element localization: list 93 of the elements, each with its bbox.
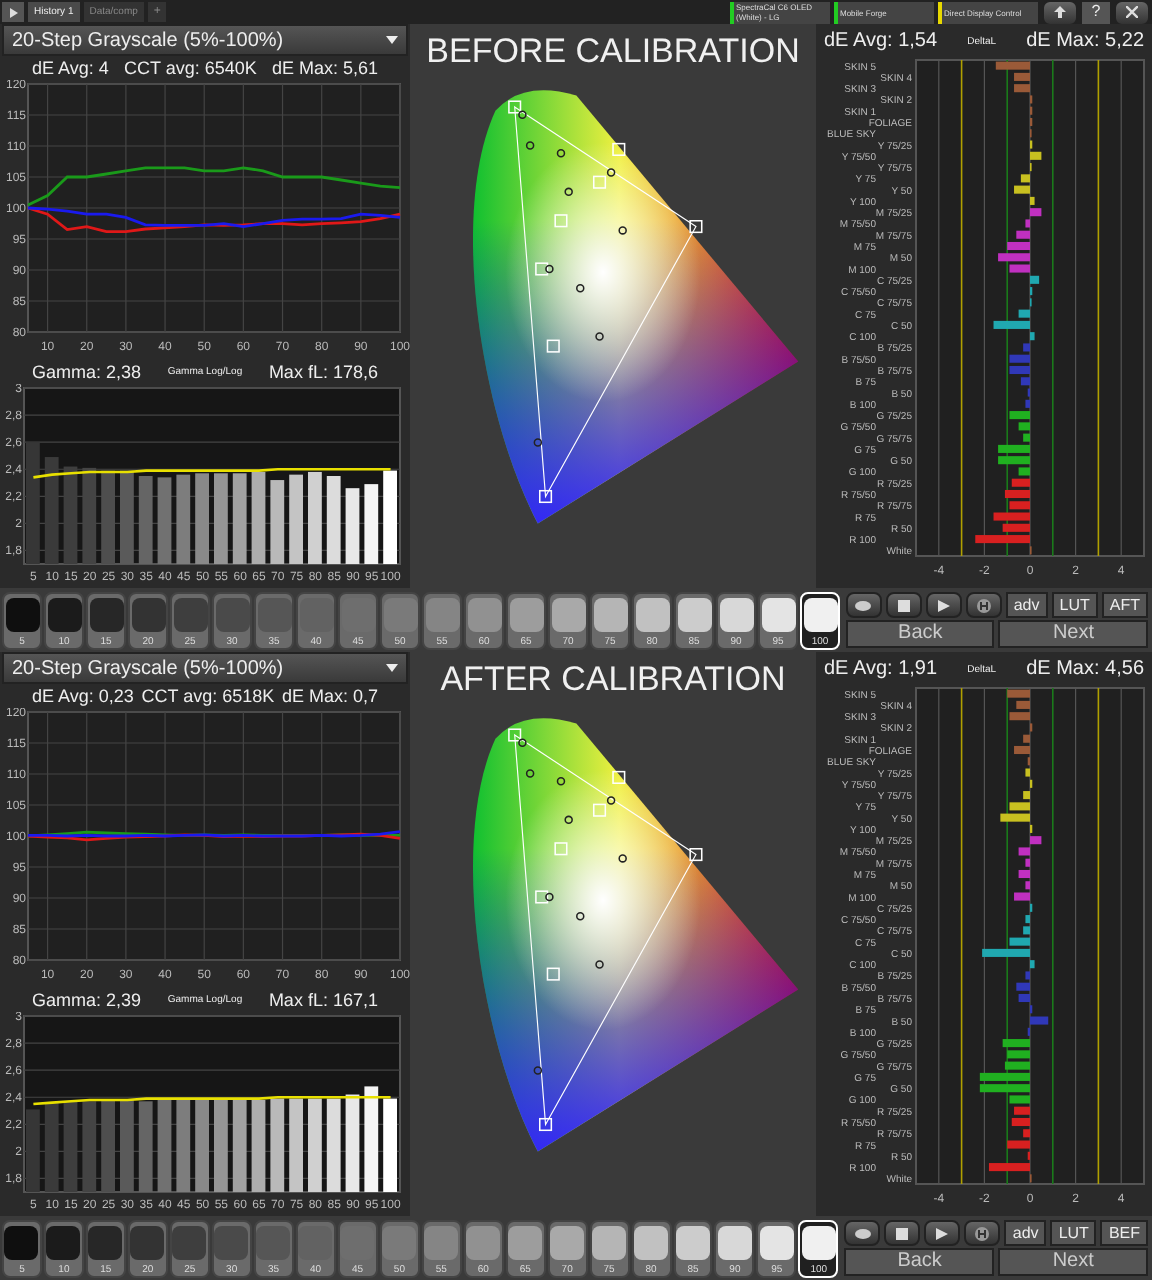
swatch-color xyxy=(509,597,543,631)
play-icon xyxy=(9,7,17,17)
play-icon xyxy=(936,1227,949,1239)
swatch-color xyxy=(761,597,795,631)
play-icon xyxy=(937,599,950,611)
caret-icon xyxy=(386,664,398,672)
gamma-text: Gamma: 2,38 xyxy=(32,360,142,384)
swatch-color xyxy=(47,597,81,631)
swatch-color xyxy=(215,597,249,631)
de-avg-text: dE Avg: 1,91 xyxy=(824,656,938,684)
swatch-color xyxy=(298,1225,333,1259)
lut-button[interactable]: LUT xyxy=(1050,1220,1097,1246)
panel-title: BEFORE CALIBRATION xyxy=(426,30,800,74)
swatch-color xyxy=(466,1225,501,1259)
swatch-color xyxy=(88,1225,123,1259)
swatch-color xyxy=(299,597,333,631)
swatch-color xyxy=(593,597,627,631)
swatch-color xyxy=(4,1225,39,1259)
swatch-color xyxy=(550,1225,585,1259)
swatch-color xyxy=(635,597,669,631)
close-button[interactable] xyxy=(1114,0,1150,25)
test-pattern-dropdown[interactable]: 20-Step Grayscale (5%-100%) xyxy=(2,24,408,56)
play-button[interactable] xyxy=(2,2,24,22)
swatch-color xyxy=(467,597,501,631)
test-pattern-dropdown[interactable]: 20-Step Grayscale (5%-100%) xyxy=(2,652,408,684)
cct-avg-text: CCT avg: 6518K xyxy=(141,684,275,708)
de-max-text: dE Max: 5,61 xyxy=(271,56,378,80)
eye-icon-button[interactable] xyxy=(845,592,882,618)
stop-button[interactable] xyxy=(885,592,922,618)
swatch-color xyxy=(214,1225,249,1259)
swatch-color xyxy=(340,1225,375,1259)
upload-button[interactable] xyxy=(1042,0,1078,25)
swatch-color xyxy=(256,1225,291,1259)
hold-button[interactable] xyxy=(964,1220,1001,1246)
eye-icon-button[interactable] xyxy=(844,1220,881,1246)
swatch-color xyxy=(677,597,711,631)
eye-icon xyxy=(854,599,873,611)
help-button[interactable]: ? xyxy=(1082,1,1110,23)
swatch-color xyxy=(89,597,123,631)
swatch-color xyxy=(717,1225,752,1259)
swatch-color xyxy=(551,597,585,631)
swatch-color xyxy=(341,597,375,631)
de-max-text: dE Max: 5,22 xyxy=(1026,28,1144,56)
swatch-color xyxy=(5,597,39,631)
de-max-text: dE Max: 0,7 xyxy=(281,684,378,708)
stop-icon xyxy=(896,1227,909,1239)
panel-title: AFTER CALIBRATION xyxy=(440,658,786,702)
back-button[interactable]: Back xyxy=(844,1248,995,1276)
toggle-button[interactable]: AFT xyxy=(1101,592,1148,618)
hold-button[interactable] xyxy=(965,592,1002,618)
swatch-color xyxy=(719,597,753,631)
swatch-color xyxy=(634,1225,669,1259)
swatch-color xyxy=(172,1225,207,1259)
stop-icon xyxy=(897,599,910,611)
caret-icon xyxy=(386,36,398,44)
toggle-button[interactable]: BEF xyxy=(1100,1220,1148,1246)
swatch-color xyxy=(592,1225,627,1259)
swatch-color xyxy=(424,1225,459,1259)
swatch-color xyxy=(173,597,207,631)
play-button[interactable] xyxy=(925,592,962,618)
next-button[interactable]: Next xyxy=(998,620,1149,648)
eye-icon xyxy=(853,1227,872,1239)
adv-button[interactable]: adv xyxy=(1005,592,1048,618)
de-avg-text: dE Avg: 4 xyxy=(32,56,109,80)
next-button[interactable]: Next xyxy=(998,1248,1148,1276)
de-avg-text: dE Avg: 1,54 xyxy=(824,28,938,56)
max-fl-text: Max fL: 178,6 xyxy=(268,360,378,384)
lut-button[interactable]: LUT xyxy=(1051,592,1098,618)
h-circle-icon xyxy=(975,597,992,613)
de-avg-text: dE Avg: 0,23 xyxy=(32,684,134,708)
swatch-color xyxy=(508,1225,543,1259)
gamma-text: Gamma: 2,39 xyxy=(32,988,142,1012)
swatch-color xyxy=(257,597,291,631)
up-arrow-icon xyxy=(1054,6,1066,18)
stop-button[interactable] xyxy=(884,1220,921,1246)
de-max-text: dE Max: 4,56 xyxy=(1026,656,1144,684)
swatch-color xyxy=(675,1225,710,1259)
swatch-color xyxy=(801,1225,836,1259)
swatch-color xyxy=(131,597,165,631)
cct-avg-text: CCT avg: 6540K xyxy=(123,56,257,80)
swatch-color xyxy=(46,1225,81,1259)
swatch-color xyxy=(759,1225,794,1259)
close-icon xyxy=(1126,6,1138,18)
swatch-color xyxy=(383,597,417,631)
adv-button[interactable]: adv xyxy=(1004,1220,1047,1246)
play-button[interactable] xyxy=(924,1220,961,1246)
swatch-color xyxy=(382,1225,417,1259)
back-button[interactable]: Back xyxy=(845,620,995,648)
swatch-color xyxy=(803,597,837,631)
swatch-color xyxy=(130,1225,165,1259)
h-circle-icon xyxy=(974,1225,991,1241)
max-fl-text: Max fL: 167,1 xyxy=(268,988,378,1012)
swatch-color xyxy=(425,597,459,631)
